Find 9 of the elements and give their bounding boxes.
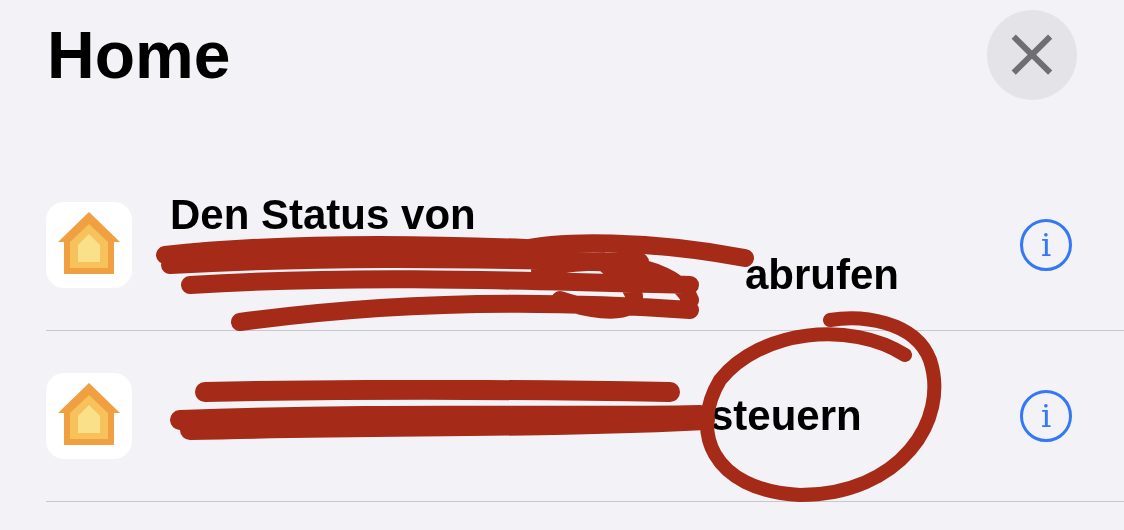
shortcut-title: steuern xyxy=(710,391,862,441)
close-button[interactable]: × xyxy=(987,10,1077,100)
house-icon xyxy=(46,373,132,459)
shortcut-title: abrufen xyxy=(745,250,899,300)
house-icon xyxy=(46,202,132,288)
page-title: Home xyxy=(47,17,231,93)
info-button[interactable]: i xyxy=(1020,390,1072,442)
info-button[interactable]: i xyxy=(1020,219,1072,271)
shortcut-title: Den Status von xyxy=(170,190,477,240)
